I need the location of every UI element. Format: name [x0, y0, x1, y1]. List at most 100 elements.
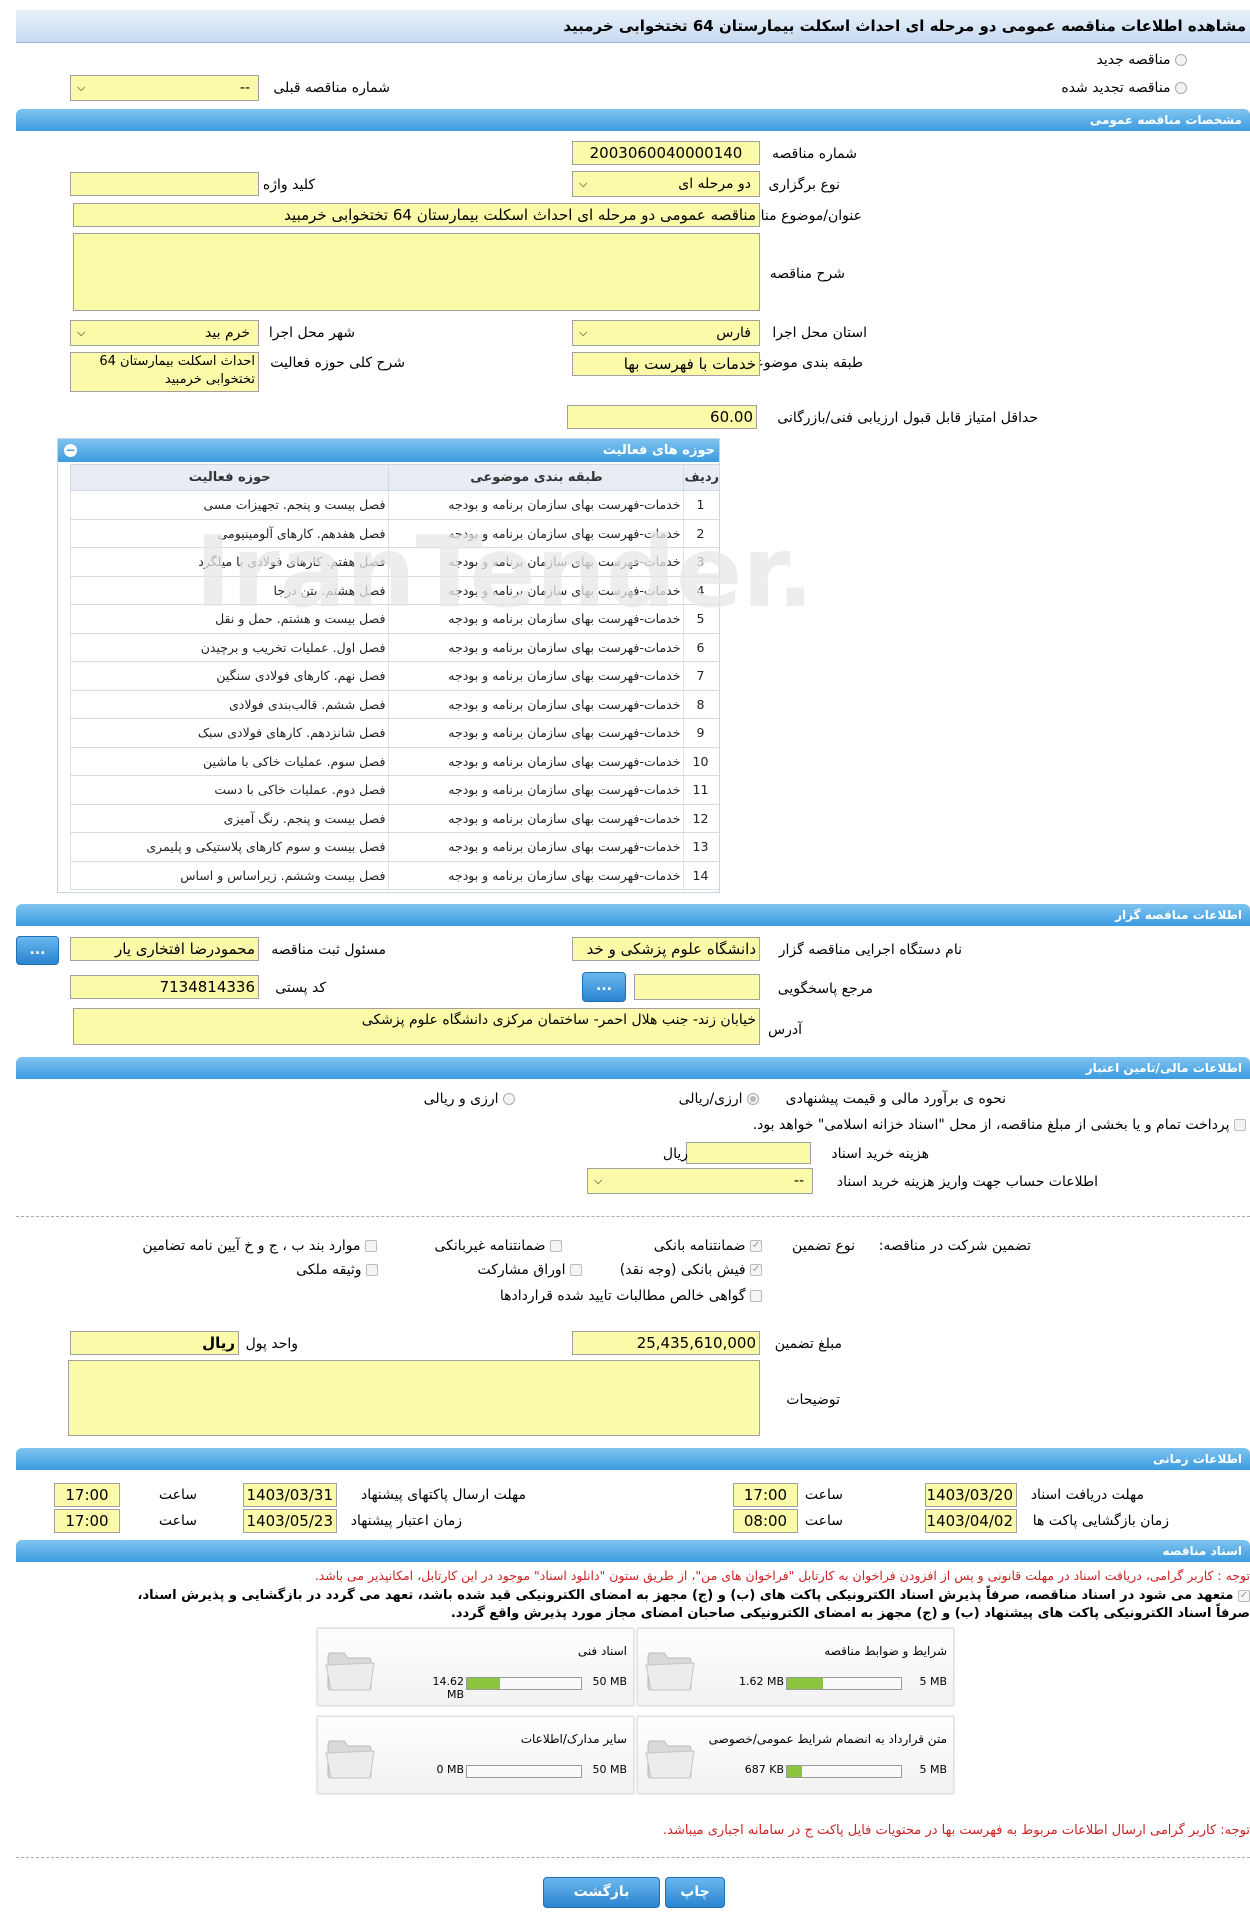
table-row[interactable]: 12 خدمات-فهرست بهای سازمان برنامه و بودجه…	[69, 804, 720, 833]
bonds-checkbox[interactable]: اوراق مشارکت	[478, 1260, 582, 1280]
table-row[interactable]: 1 خدمات-فهرست بهای سازمان برنامه و بودجه ف…	[69, 490, 720, 520]
open-time-field[interactable]: 08:00	[733, 1509, 798, 1533]
checkbox-icon	[750, 1290, 762, 1302]
table-row[interactable]: 2 خدمات-فهرست بهای سازمان برنامه و بودجه ف…	[69, 519, 720, 548]
checkbox-icon	[365, 1240, 377, 1252]
document-card[interactable]: سایر مدارک/اطلاعات 0 MB 50 MB	[317, 1716, 634, 1794]
row-number: 3	[683, 547, 720, 577]
row-number: 1	[683, 490, 720, 520]
row-number: 2	[683, 519, 720, 548]
clauses-checkbox[interactable]: موارد بند ب ، ج و خ آیین نامه تضامین	[142, 1236, 377, 1256]
activities-table: ردیف طبقه بندی موضوعی حوزه فعالیت 1 خدمات…	[69, 464, 720, 890]
description-field[interactable]	[73, 233, 760, 311]
row-category: خدمات-فهرست بهای سازمان برنامه و بودجه	[388, 718, 684, 748]
print-button[interactable]: چاپ	[665, 1877, 725, 1908]
table-row[interactable]: 3 خدمات-فهرست بهای سازمان برنامه و بودجه ف…	[69, 547, 720, 577]
renewed-tender-radio[interactable]: مناقصه تجدید شده	[1061, 78, 1187, 98]
previous-no-select[interactable]: -- ⌵	[70, 75, 259, 101]
row-activity: فصل هفتم. کارهای فولادی با میلگرد	[69, 547, 389, 577]
row-activity: فصل بیست و پنجم. تجهیزات مسی	[69, 490, 389, 520]
tender-no-field[interactable]: 2003060040000140	[572, 141, 760, 165]
currency-option[interactable]: ارزی و ریالی	[424, 1089, 515, 1109]
row-activity: فصل بیست و هشتم. حمل و نقل	[69, 604, 389, 634]
row-category: خدمات-فهرست بهای سازمان برنامه و بودجه	[388, 576, 684, 605]
validity-time-label: ساعت	[158, 1513, 197, 1529]
receipt-checkbox[interactable]: ✓ فیش بانکی (وجه نقد)	[620, 1260, 762, 1280]
commitment-checkbox[interactable]: ✓ متعهد می شود در اسناد مناقصه، صرفاً پذ…	[138, 1587, 1250, 1605]
category-field[interactable]: خدمات با فهرست بها	[572, 352, 760, 376]
document-card[interactable]: متن قرارداد به انضمام شرایط عمومی/خصوصی 6…	[637, 1716, 954, 1794]
folder-icon	[325, 1740, 375, 1779]
validity-time-field[interactable]: 17:00	[54, 1509, 120, 1533]
table-row[interactable]: 9 خدمات-فهرست بهای سازمان برنامه و بودجه ف…	[69, 718, 720, 748]
keyword-field[interactable]	[70, 172, 259, 196]
folder-icon	[645, 1740, 695, 1779]
row-number: 7	[683, 661, 720, 691]
table-row[interactable]: 14 خدمات-فهرست بهای سازمان برنامه و بودجه…	[69, 861, 720, 890]
agency-field[interactable]: دانشگاه علوم پزشکی و خد	[572, 937, 760, 961]
organizer-section-header: اطلاعات مناقصه گزار	[16, 904, 1250, 926]
table-row[interactable]: 6 خدمات-فهرست بهای سازمان برنامه و بودجه ف…	[69, 633, 720, 662]
ref-label: مرجع پاسخگویی	[777, 981, 873, 997]
row-activity: فصل اول. عملیات تخریب و برچیدن	[69, 633, 389, 662]
validity-date-field[interactable]: 1403/05/23	[243, 1509, 337, 1533]
min-score-field[interactable]: 60.00	[567, 405, 757, 429]
table-row[interactable]: 4 خدمات-فهرست بهای سازمان برنامه و بودجه ف…	[69, 576, 720, 605]
commitment-text-2: صرفاً اسناد الکترونیکی پاکت های پیشنهاد …	[450, 1606, 1250, 1621]
table-row[interactable]: 5 خدمات-فهرست بهای سازمان برنامه و بودجه ف…	[69, 604, 720, 634]
receive-time-field[interactable]: 17:00	[733, 1483, 798, 1507]
property-checkbox[interactable]: وثیقه ملکی	[296, 1260, 378, 1280]
province-select[interactable]: فارس ⌵	[572, 320, 760, 346]
row-activity: فصل ششم. قالب‌بندی فولادی	[69, 690, 389, 719]
rial-option[interactable]: ارزی/ریالی	[679, 1089, 759, 1109]
doc-cost-label: هزینه خرید اسناد	[831, 1146, 929, 1162]
table-row[interactable]: 13 خدمات-فهرست بهای سازمان برنامه و بودجه…	[69, 832, 720, 862]
document-card[interactable]: شرایط و ضوابط مناقصه 1.62 MB 5 MB	[637, 1628, 954, 1706]
postal-field[interactable]: 7134814336	[70, 975, 259, 999]
radio-icon	[503, 1093, 515, 1105]
registrar-field[interactable]: محمودرضا افتخاری یار	[70, 937, 259, 961]
table-row[interactable]: 8 خدمات-فهرست بهای سازمان برنامه و بودجه ف…	[69, 690, 720, 719]
send-time-field[interactable]: 17:00	[54, 1483, 120, 1507]
send-date-field[interactable]: 1403/03/31	[243, 1483, 337, 1507]
table-row[interactable]: 7 خدمات-فهرست بهای سازمان برنامه و بودجه ف…	[69, 661, 720, 691]
activity-desc-field[interactable]: احداث اسکلت بیمارستان 64 تختخوابی خرمبید	[70, 352, 259, 392]
send-label: مهلت ارسال پاکتهای پیشنهاد	[360, 1487, 526, 1503]
table-row[interactable]: 11 خدمات-فهرست بهای سازمان برنامه و بودجه…	[69, 775, 720, 805]
bank-guarantee-checkbox[interactable]: ✓ ضمانتنامه بانکی	[654, 1236, 762, 1256]
row-number: 11	[683, 775, 720, 805]
collapse-icon[interactable]: −	[64, 444, 77, 457]
document-title: سایر مدارک/اطلاعات	[520, 1732, 627, 1746]
row-number: 8	[683, 690, 720, 719]
new-tender-radio[interactable]: مناقصه جدید	[1097, 50, 1187, 70]
notes-field[interactable]	[68, 1360, 760, 1436]
amount-field[interactable]: 25,435,610,000	[572, 1331, 760, 1355]
nonbank-guarantee-checkbox[interactable]: ضمانتنامه غیربانکی	[435, 1236, 562, 1256]
table-row[interactable]: 10 خدمات-فهرست بهای سازمان برنامه و بودجه…	[69, 747, 720, 776]
account-select[interactable]: -- ⌵	[587, 1168, 813, 1194]
checkbox-icon	[1234, 1119, 1246, 1131]
address-field[interactable]: خیابان زند- جنب هلال احمر- ساختمان مرکزی…	[73, 1008, 760, 1045]
keyword-label: کلید واژه	[262, 177, 315, 193]
estimate-label: نحوه ی برآورد مالی و قیمت پیشنهادی	[785, 1091, 1006, 1107]
open-date-field[interactable]: 1403/04/02	[925, 1509, 1017, 1533]
city-select[interactable]: خرم بید ⌵	[70, 320, 259, 346]
ref-field[interactable]	[634, 974, 760, 1000]
new-tender-label: مناقصه جدید	[1096, 52, 1171, 68]
back-button[interactable]: بازگشت	[543, 1877, 660, 1908]
receive-date-field[interactable]: 1403/03/20	[925, 1483, 1017, 1507]
size-progress-fill	[787, 1766, 802, 1777]
treasury-checkbox[interactable]: پرداخت تمام و یا بخشی از مبلغ مناقصه، از…	[753, 1115, 1246, 1135]
folder-icon	[325, 1652, 375, 1691]
currency-field[interactable]: ریال	[70, 1331, 239, 1355]
type-select[interactable]: دو مرحله ای ⌵	[572, 171, 760, 197]
validity-label: زمان اعتبار پیشنهاد	[350, 1513, 462, 1529]
ref-lookup-button[interactable]: ...	[582, 972, 626, 1002]
subject-field[interactable]: مناقصه عمومی دو مرحله ای احداث اسکلت بیم…	[73, 203, 760, 227]
document-card[interactable]: اسناد فنی 14.62 MB 50 MB	[317, 1628, 634, 1706]
min-score-label: حداقل امتیاز قابل قبول ارزیابی فنی/بازرگ…	[777, 410, 1038, 426]
registrar-lookup-button[interactable]: ...	[16, 936, 59, 965]
claims-checkbox[interactable]: گواهی خالص مطالبات تایید شده قراردادها	[500, 1286, 762, 1306]
doc-cost-field[interactable]	[686, 1142, 811, 1164]
row-category: خدمات-فهرست بهای سازمان برنامه و بودجه	[388, 775, 684, 805]
